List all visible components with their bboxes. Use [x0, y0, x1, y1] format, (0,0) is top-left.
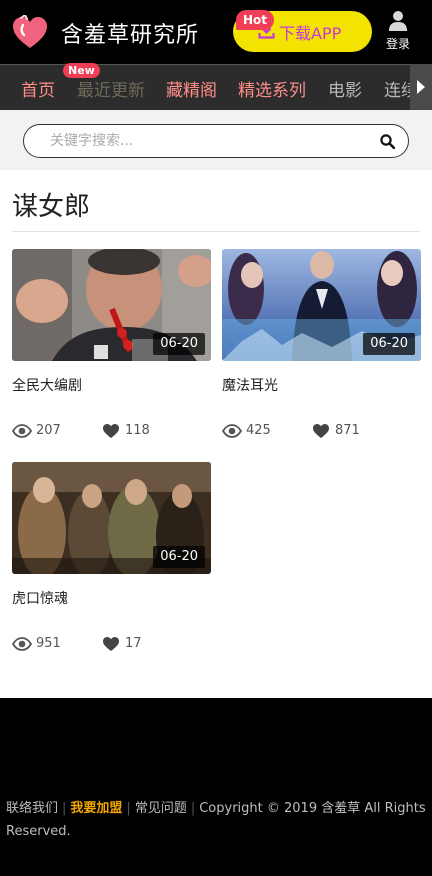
login-label: 登录 [385, 37, 410, 51]
video-title[interactable]: 魔法耳光 [222, 375, 278, 395]
like-count-value: 118 [125, 423, 150, 438]
view-count-value: 951 [36, 636, 61, 651]
heart-logo-icon[interactable] [11, 15, 49, 51]
heart-icon [103, 424, 119, 438]
login-button[interactable]: 登录 [380, 10, 416, 54]
hot-badge: Hot [236, 10, 275, 30]
footer-separator: | [62, 801, 67, 816]
view-count: 207 [12, 423, 72, 439]
video-title[interactable]: 全民大编剧 [12, 375, 82, 395]
eye-icon [222, 424, 242, 438]
nav-item-home[interactable]: 首页 [21, 76, 55, 101]
footer-separator: | [126, 801, 131, 816]
search-box [23, 124, 409, 158]
heart-icon [313, 424, 329, 438]
video-thumbnail[interactable]: 06-20 [12, 249, 211, 361]
download-app-label: 下载APP [279, 24, 342, 43]
footer-separator: | [190, 801, 196, 816]
page: 含羞草研究所 下载APP Hot 登录 首页 最近更新 藏精阁 精选系列 电影 … [0, 0, 432, 876]
video-card[interactable]: 06-20 全民大编剧 207 118 [12, 249, 211, 449]
footer-link-faq[interactable]: 常见问题 [135, 801, 187, 816]
video-date-badge: 06-20 [153, 546, 205, 568]
caret-right-icon [417, 80, 425, 94]
like-count-value: 17 [125, 636, 142, 651]
video-card[interactable]: 06-20 虎口惊魂 951 17 [12, 462, 211, 662]
top-header: 含羞草研究所 下载APP Hot 登录 [0, 0, 432, 64]
search-area [0, 110, 432, 170]
section-divider [12, 231, 420, 232]
nav-item-movies[interactable]: 电影 [328, 76, 362, 101]
nav-item-featured-series[interactable]: 精选系列 [238, 76, 306, 101]
section-title: 谋女郎 [12, 192, 91, 222]
like-count[interactable]: 871 [313, 423, 373, 439]
video-card[interactable]: 06-20 魔法耳光 425 871 [222, 249, 421, 449]
app-title[interactable]: 含羞草研究所 [61, 17, 199, 49]
footer-links: 联络我们 | 我要加盟 | 常见问题 | Copyright © 2019 含羞草 All … [6, 797, 426, 843]
search-input[interactable] [50, 131, 350, 151]
view-count: 425 [222, 423, 282, 439]
video-thumbnail[interactable]: 06-20 [222, 249, 421, 361]
video-thumbnail[interactable]: 06-20 [12, 462, 211, 574]
video-title[interactable]: 虎口惊魂 [12, 588, 68, 608]
view-count-value: 207 [36, 423, 61, 438]
video-date-badge: 06-20 [153, 333, 205, 355]
new-badge: New [63, 63, 100, 78]
view-count-value: 425 [246, 423, 271, 438]
nav-item-recent-updates[interactable]: 最近更新 [77, 76, 145, 101]
eye-icon [12, 637, 32, 651]
heart-icon [103, 637, 119, 651]
page-footer: 联络我们 | 我要加盟 | 常见问题 | Copyright © 2019 含羞草 All … [0, 698, 432, 876]
like-count[interactable]: 118 [103, 423, 163, 439]
like-count[interactable]: 17 [103, 636, 163, 652]
search-icon[interactable] [380, 134, 395, 149]
footer-link-contact[interactable]: 联络我们 [6, 801, 58, 816]
eye-icon [12, 424, 32, 438]
nav-item-collection[interactable]: 藏精阁 [166, 76, 217, 101]
like-count-value: 871 [335, 423, 360, 438]
user-icon [389, 11, 407, 31]
nav-scroll-right-button[interactable] [410, 64, 432, 110]
video-date-badge: 06-20 [363, 333, 415, 355]
view-count: 951 [12, 636, 72, 652]
footer-link-join[interactable]: 我要加盟 [70, 801, 122, 816]
copyright-text: Copyright © 2019 含羞草 All Rights Reserved… [6, 801, 426, 839]
